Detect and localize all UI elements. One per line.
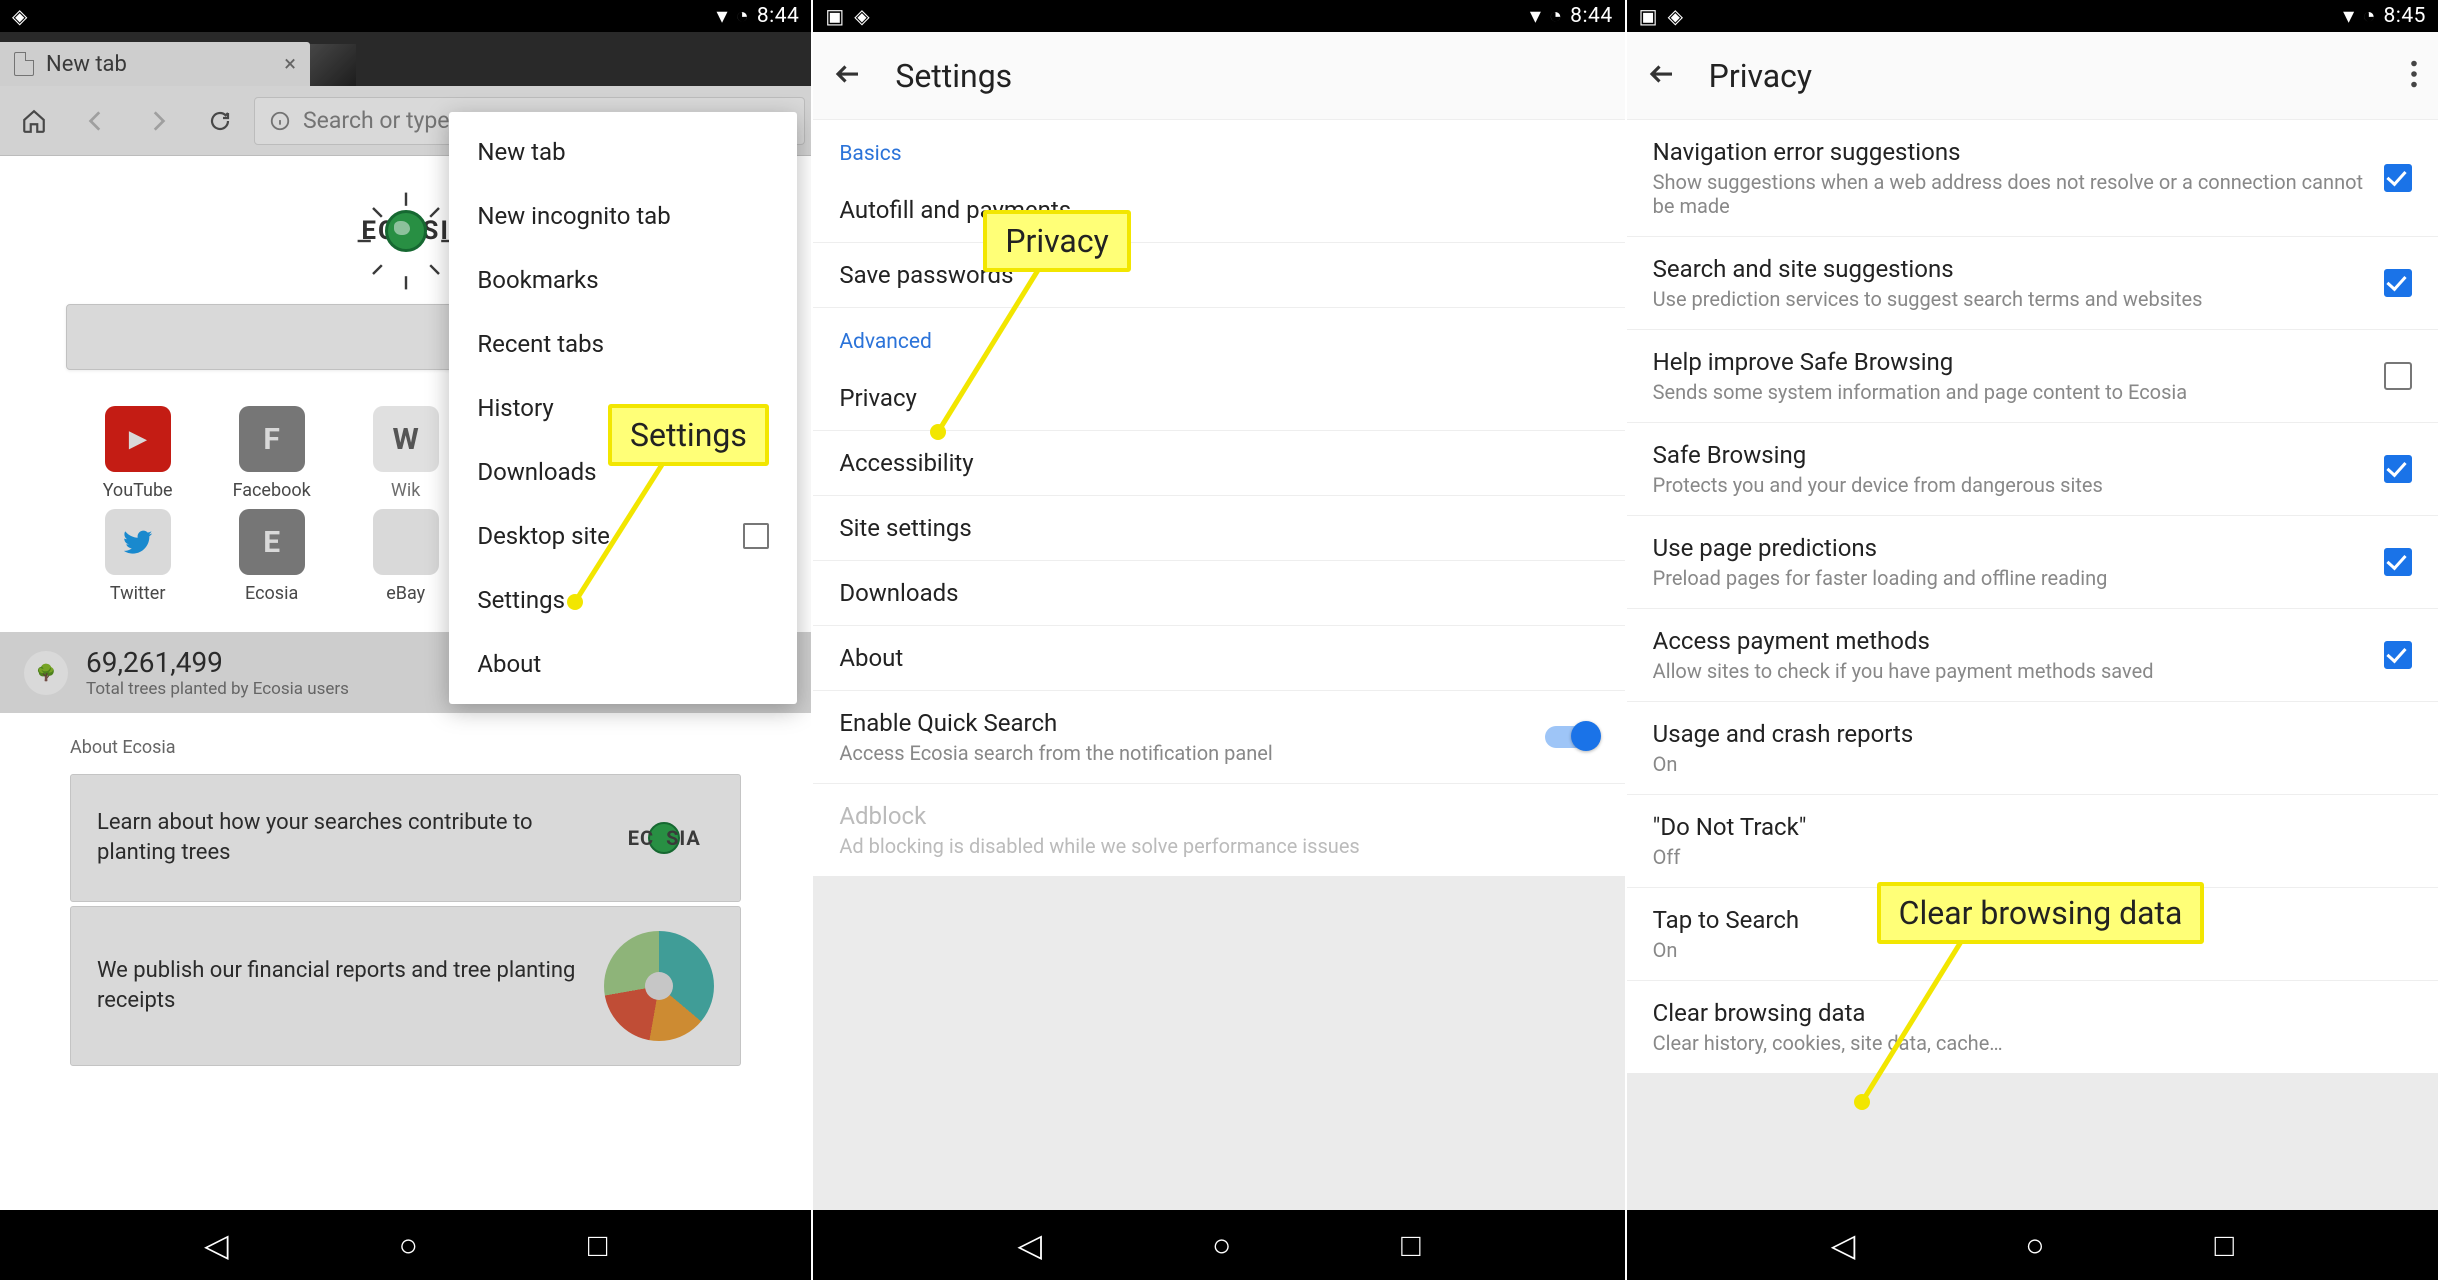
menu-new-tab[interactable]: New tab (449, 120, 797, 184)
status-bar: ◈ ▾ ◔ 8:44 (0, 0, 811, 32)
more-icon[interactable] (2410, 60, 2418, 92)
pie-chart-icon (604, 931, 714, 1041)
row-search-suggest[interactable]: Search and site suggestionsUse predictio… (1627, 237, 2438, 330)
toggle-on-icon[interactable] (1545, 726, 1599, 748)
callout-clear-data: Clear browsing data (1877, 882, 2205, 944)
back-button[interactable] (68, 93, 124, 149)
clock: 8:44 (1570, 4, 1613, 28)
nav-home-button[interactable]: ○ (2025, 1226, 2044, 1264)
menu-bookmarks[interactable]: Bookmarks (449, 248, 797, 312)
info-icon (269, 110, 291, 132)
menu-recent-tabs[interactable]: Recent tabs (449, 312, 797, 376)
shield-icon: ◈ (1668, 4, 1683, 28)
about-card-2[interactable]: We publish our financial reports and tre… (70, 906, 741, 1066)
section-advanced: Advanced (813, 308, 1624, 366)
row-do-not-track[interactable]: "Do Not Track"Off (1627, 795, 2438, 888)
status-bar: ▣ ◈ ▾ ◔ 8:45 (1627, 0, 2438, 32)
row-privacy[interactable]: Privacy (813, 366, 1624, 431)
menu-about[interactable]: About (449, 632, 797, 696)
about-heading: About Ecosia (70, 737, 741, 758)
shortcut-twitter[interactable]: Twitter (79, 509, 197, 604)
section-basics: Basics (813, 120, 1624, 178)
browser-tab[interactable]: New tab × (0, 42, 310, 86)
loading-icon: ◔ (736, 3, 749, 29)
row-accessibility[interactable]: Accessibility (813, 431, 1624, 496)
checkbox-checked-icon[interactable] (2384, 641, 2412, 669)
tab-title: New tab (46, 52, 127, 77)
shortcut-ebay[interactable]: eBay (347, 509, 465, 604)
tab-strip: New tab × (0, 32, 811, 86)
row-nav-error[interactable]: Navigation error suggestionsShow suggest… (1627, 120, 2438, 237)
page-icon (14, 52, 34, 76)
nav-back-button[interactable]: ◁ (204, 1226, 229, 1264)
tree-icon: 🌳 (24, 651, 68, 695)
nav-recents-button[interactable]: □ (1401, 1226, 1420, 1264)
shortcut-ecosia[interactable]: EEcosia (213, 509, 331, 604)
shortcut-facebook[interactable]: FFacebook (213, 406, 331, 501)
nav-back-button[interactable]: ◁ (1831, 1226, 1856, 1264)
row-downloads[interactable]: Downloads (813, 561, 1624, 626)
row-safe-browsing-improve[interactable]: Help improve Safe BrowsingSends some sys… (1627, 330, 2438, 423)
page-title: Settings (895, 57, 1012, 95)
clock: 8:45 (2383, 4, 2426, 28)
wifi-icon: ▾ (716, 4, 727, 29)
ecosia-logo-small: EC SIA (614, 799, 714, 877)
checkbox-checked-icon[interactable] (2384, 548, 2412, 576)
clock: 8:44 (757, 4, 800, 28)
row-save-passwords[interactable]: Save passwords (813, 243, 1624, 308)
settings-header: Settings (813, 32, 1624, 120)
row-usage-reports[interactable]: Usage and crash reportsOn (1627, 702, 2438, 795)
shield-icon: ◈ (12, 4, 27, 28)
tab-shadow (306, 44, 356, 86)
row-page-predictions[interactable]: Use page predictionsPreload pages for fa… (1627, 516, 2438, 609)
nav-recents-button[interactable]: □ (2215, 1226, 2234, 1264)
row-adblock: AdblockAd blocking is disabled while we … (813, 784, 1624, 876)
checkbox-checked-icon[interactable] (2384, 269, 2412, 297)
nav-home-button[interactable]: ○ (399, 1226, 418, 1264)
forward-button[interactable] (130, 93, 186, 149)
checkbox-icon[interactable] (2384, 362, 2412, 390)
shortcut-youtube[interactable]: ▶YouTube (79, 406, 197, 501)
android-nav-bar: ◁ ○ □ (813, 1210, 1624, 1280)
menu-desktop-site[interactable]: Desktop site (449, 504, 797, 568)
row-payment-methods[interactable]: Access payment methodsAllow sites to che… (1627, 609, 2438, 702)
about-card-1[interactable]: Learn about how your searches contribute… (70, 774, 741, 902)
reload-button[interactable] (192, 93, 248, 149)
checkbox-icon (743, 523, 769, 549)
ecosia-logo: EC SI (351, 186, 461, 276)
row-site-settings[interactable]: Site settings (813, 496, 1624, 561)
menu-settings[interactable]: Settings (449, 568, 797, 632)
status-bar: ▣ ◈ ▾ ◔ 8:44 (813, 0, 1624, 32)
shield-icon: ◈ (854, 4, 869, 28)
nav-back-button[interactable]: ◁ (1017, 1226, 1042, 1264)
android-nav-bar: ◁ ○ □ (1627, 1210, 2438, 1280)
picture-icon: ▣ (1639, 4, 1658, 28)
callout-settings: Settings (608, 404, 769, 466)
privacy-header: Privacy (1627, 32, 2438, 120)
row-about[interactable]: About (813, 626, 1624, 691)
wifi-icon: ▾ (2343, 4, 2354, 29)
row-safe-browsing[interactable]: Safe BrowsingProtects you and your devic… (1627, 423, 2438, 516)
omnibox-placeholder: Search or type (303, 107, 450, 134)
loading-icon: ◔ (2362, 3, 2375, 29)
menu-new-incognito[interactable]: New incognito tab (449, 184, 797, 248)
nav-home-button[interactable]: ○ (1212, 1226, 1231, 1264)
picture-icon: ▣ (825, 4, 844, 28)
wifi-icon: ▾ (1530, 4, 1541, 29)
row-autofill[interactable]: Autofill and payments (813, 178, 1624, 243)
row-clear-browsing-data[interactable]: Clear browsing dataClear history, cookie… (1627, 981, 2438, 1073)
close-icon[interactable]: × (284, 52, 296, 77)
nav-recents-button[interactable]: □ (588, 1226, 607, 1264)
row-quick-search[interactable]: Enable Quick SearchAccess Ecosia search … (813, 691, 1624, 784)
page-title: Privacy (1709, 57, 1812, 95)
android-nav-bar: ◁ ○ □ (0, 1210, 811, 1280)
checkbox-checked-icon[interactable] (2384, 164, 2412, 192)
checkbox-checked-icon[interactable] (2384, 455, 2412, 483)
callout-privacy: Privacy (983, 210, 1130, 272)
back-icon[interactable] (1647, 59, 1677, 93)
home-button[interactable] (6, 93, 62, 149)
loading-icon: ◔ (1549, 3, 1562, 29)
shortcut-wiki[interactable]: WWik (347, 406, 465, 501)
back-icon[interactable] (833, 59, 863, 93)
